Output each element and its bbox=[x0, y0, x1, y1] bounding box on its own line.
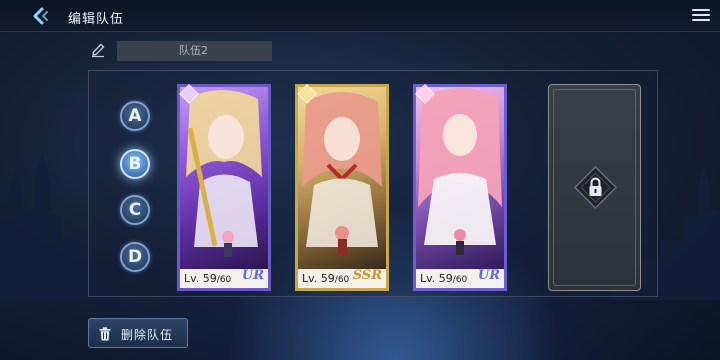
slot-button-b[interactable]: B bbox=[120, 149, 150, 179]
lock-icon bbox=[573, 165, 618, 210]
level-bar: Lv. 59/60 SSR bbox=[298, 268, 386, 288]
level-value: 59 bbox=[320, 272, 335, 285]
page-title: 编辑队伍 bbox=[68, 12, 125, 27]
slot-button-c[interactable]: C bbox=[120, 195, 150, 225]
level-prefix: Lv. bbox=[420, 272, 439, 285]
card-frame bbox=[177, 84, 271, 291]
trash-icon bbox=[99, 327, 111, 341]
menu-icon-line bbox=[692, 14, 710, 16]
level-prefix: Lv. bbox=[184, 272, 203, 285]
max-level: /60 bbox=[452, 275, 468, 285]
menu-button[interactable] bbox=[692, 7, 710, 23]
team-name-field[interactable]: 队伍2 bbox=[117, 41, 272, 61]
back-arrow-icon bbox=[33, 7, 48, 25]
locked-card-slot[interactable] bbox=[548, 84, 641, 291]
max-level: /60 bbox=[216, 275, 232, 285]
slot-button-a[interactable]: A bbox=[120, 101, 150, 131]
rarity-badge: UR bbox=[477, 268, 500, 283]
top-bar: 编辑队伍 bbox=[0, 0, 720, 32]
delete-team-label: 删除队伍 bbox=[121, 328, 174, 342]
card-frame bbox=[413, 84, 507, 291]
game-screen: 编辑队伍 队伍2 A B C D Lv. 59/60 UR Lv. 59/60 … bbox=[0, 0, 720, 360]
menu-icon-line bbox=[692, 19, 710, 21]
slot-button-d[interactable]: D bbox=[120, 242, 150, 272]
level-prefix: Lv. bbox=[302, 272, 321, 285]
delete-team-button[interactable]: 删除队伍 bbox=[88, 318, 188, 348]
back-button[interactable] bbox=[30, 6, 52, 26]
level-value: 59 bbox=[438, 272, 453, 285]
level-bar: Lv. 59/60 UR bbox=[416, 268, 504, 288]
rarity-badge: UR bbox=[241, 268, 264, 283]
level-value: 59 bbox=[202, 272, 217, 285]
character-card[interactable]: Lv. 59/60 SSR bbox=[295, 84, 389, 291]
menu-icon bbox=[692, 9, 710, 11]
pencil-icon[interactable] bbox=[90, 42, 106, 58]
max-level: /60 bbox=[334, 275, 350, 285]
character-card[interactable]: Lv. 59/60 UR bbox=[413, 84, 507, 291]
card-frame bbox=[295, 84, 389, 291]
rarity-badge: SSR bbox=[352, 268, 382, 283]
character-card[interactable]: Lv. 59/60 UR bbox=[177, 84, 271, 291]
level-bar: Lv. 59/60 UR bbox=[180, 268, 268, 288]
